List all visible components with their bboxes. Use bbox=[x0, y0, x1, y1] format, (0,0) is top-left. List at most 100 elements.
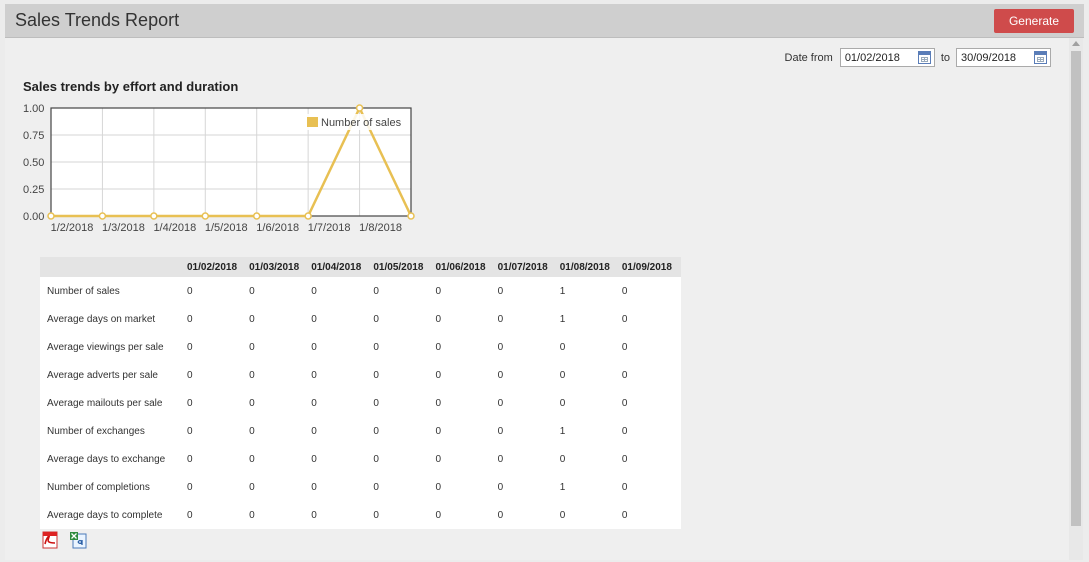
y-tick-label: 0.00 bbox=[23, 211, 44, 223]
table-cell: 0 bbox=[618, 277, 681, 305]
calendar-icon[interactable] bbox=[1034, 51, 1047, 64]
table-row: Average viewings per sale 0 0 0 0 0 0 0 0 bbox=[40, 333, 681, 361]
table-cell: 1 bbox=[556, 417, 619, 445]
table-cell: 0 bbox=[308, 305, 371, 333]
table-cell: 0 bbox=[556, 361, 619, 389]
table-cell: 1 bbox=[556, 305, 619, 333]
table-column-header: 01/03/2018 bbox=[246, 257, 309, 277]
calendar-icon[interactable] bbox=[917, 51, 931, 64]
table-cell: 0 bbox=[308, 501, 371, 529]
table-cell: 0 bbox=[184, 417, 247, 445]
generate-button[interactable]: Generate bbox=[994, 9, 1074, 33]
table-column-header: 01/08/2018 bbox=[556, 257, 619, 277]
table-row: Average days on market 0 0 0 0 0 0 1 0 bbox=[40, 305, 681, 333]
data-point bbox=[355, 104, 364, 112]
table-cell: 0 bbox=[184, 277, 247, 305]
table-cell: 0 bbox=[246, 333, 309, 361]
table-cell: 0 bbox=[184, 361, 247, 389]
table-row: Number of completions 0 0 0 0 0 0 1 0 bbox=[40, 473, 681, 501]
data-point bbox=[304, 212, 312, 220]
table-cell: 1 bbox=[556, 473, 619, 501]
table-cell: 0 bbox=[370, 445, 433, 473]
table-cell: 0 bbox=[184, 445, 247, 473]
table-cell: 0 bbox=[618, 361, 681, 389]
x-tick-label: 1/7/2018 bbox=[308, 222, 351, 234]
table-cell: 0 bbox=[370, 277, 433, 305]
table-cell: 0 bbox=[494, 305, 557, 333]
row-label: Average days on market bbox=[40, 305, 184, 333]
date-to-label: to bbox=[940, 51, 950, 64]
table-cell: 0 bbox=[184, 389, 247, 417]
table-cell: 0 bbox=[432, 445, 495, 473]
table-cell: 0 bbox=[308, 417, 371, 445]
row-label: Average mailouts per sale bbox=[40, 389, 184, 417]
date-to-input[interactable] bbox=[957, 49, 1033, 66]
table-cell: 0 bbox=[494, 333, 557, 361]
table-cell: 0 bbox=[618, 473, 681, 501]
vertical-scrollbar[interactable] bbox=[1069, 38, 1083, 560]
table-cell: 0 bbox=[370, 417, 433, 445]
table-row: Average mailouts per sale 0 0 0 0 0 0 0 0 bbox=[40, 389, 681, 417]
table-cell: 0 bbox=[308, 473, 371, 501]
table-cell: 0 bbox=[308, 333, 371, 361]
table-cell: 0 bbox=[184, 473, 247, 501]
data-point bbox=[252, 212, 261, 220]
y-tick-label: 0.75 bbox=[23, 130, 44, 142]
date-range: Date from to bbox=[785, 48, 1051, 67]
row-label: Average days to complete bbox=[40, 501, 184, 529]
table-cell: 0 bbox=[556, 445, 619, 473]
table-cell: 0 bbox=[246, 417, 309, 445]
table-column-header: 01/09/2018 bbox=[618, 257, 681, 277]
table-cell: 0 bbox=[246, 361, 309, 389]
table-cell: 1 bbox=[556, 277, 619, 305]
pdf-icon[interactable] bbox=[41, 531, 59, 549]
table-cell: 0 bbox=[370, 333, 433, 361]
excel-icon[interactable] bbox=[69, 531, 87, 549]
table-cell: 0 bbox=[308, 389, 371, 417]
table-row: Average days to exchange 0 0 0 0 0 0 0 0 bbox=[40, 445, 681, 473]
data-point bbox=[150, 212, 158, 220]
row-label: Number of exchanges bbox=[40, 417, 184, 445]
x-tick-label: 1/8/2018 bbox=[359, 222, 402, 234]
chart-title: Sales trends by effort and duration bbox=[23, 79, 239, 94]
data-point bbox=[201, 212, 210, 220]
date-from-input[interactable] bbox=[840, 49, 917, 66]
table-cell: 0 bbox=[432, 277, 495, 305]
table-column-header: 01/02/2018 bbox=[184, 257, 247, 277]
table-cell: 0 bbox=[246, 445, 309, 473]
row-label: Average adverts per sale bbox=[40, 361, 184, 389]
scrollbar-thumb[interactable] bbox=[1071, 51, 1081, 526]
y-tick-label: 0.25 bbox=[23, 184, 44, 196]
x-tick-label: 1/3/2018 bbox=[102, 222, 145, 234]
legend-label: Number of sales bbox=[321, 117, 402, 129]
table-cell: 0 bbox=[184, 501, 247, 529]
table-cell: 0 bbox=[432, 333, 495, 361]
table-row: Number of exchanges 0 0 0 0 0 0 1 0 bbox=[40, 417, 681, 445]
table-cell: 0 bbox=[494, 389, 557, 417]
date-from-label: Date from bbox=[784, 51, 833, 64]
table-cell: 0 bbox=[618, 445, 681, 473]
table-cell: 0 bbox=[556, 333, 619, 361]
table-cell: 0 bbox=[308, 277, 371, 305]
table-cell: 0 bbox=[184, 333, 247, 361]
table-cell: 0 bbox=[494, 277, 557, 305]
table-cell: 0 bbox=[618, 333, 681, 361]
table-cell: 0 bbox=[246, 389, 309, 417]
table-cell: 0 bbox=[246, 473, 309, 501]
table-cell: 0 bbox=[432, 389, 495, 417]
report-content: Date from to Sales trends by effort and … bbox=[5, 38, 1069, 560]
table-header-row: 01/02/2018 01/03/2018 01/04/2018 01/05/2018… bbox=[40, 257, 681, 277]
table-cell: 0 bbox=[308, 445, 371, 473]
date-to-field[interactable] bbox=[956, 48, 1051, 67]
sales-data-table: 01/02/2018 01/03/2018 01/04/2018 01/05/2018… bbox=[40, 257, 681, 529]
x-tick-label: 1/2/2018 bbox=[51, 222, 94, 234]
title-bar: Sales Trends Report Generate bbox=[5, 4, 1084, 38]
table-cell: 0 bbox=[432, 361, 495, 389]
y-tick-label: 0.50 bbox=[23, 157, 44, 169]
table-cell: 0 bbox=[308, 361, 371, 389]
legend-swatch bbox=[307, 117, 318, 127]
scroll-up-arrow-icon[interactable] bbox=[1072, 41, 1080, 46]
date-from-field[interactable] bbox=[839, 48, 935, 67]
row-label: Number of completions bbox=[40, 473, 184, 501]
table-cell: 0 bbox=[246, 277, 309, 305]
